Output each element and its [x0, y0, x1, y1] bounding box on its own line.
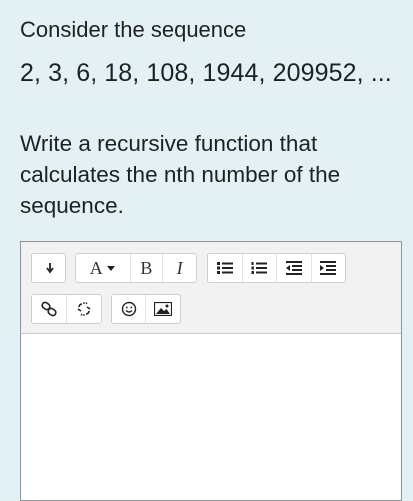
indent-button[interactable] [312, 254, 346, 282]
question-intro: Consider the sequence [20, 17, 247, 42]
question-sequence: 2, 3, 6, 18, 108, 1944, 209952, ... [20, 59, 392, 87]
unlink-button[interactable] [67, 295, 102, 323]
italic-button[interactable]: I [163, 254, 196, 282]
font-style-dropdown[interactable]: A [76, 254, 131, 282]
font-style-label: A [89, 257, 103, 278]
outdent-icon [285, 261, 302, 275]
image-icon [154, 302, 172, 316]
link-button[interactable] [32, 295, 67, 323]
chevron-down-icon [106, 266, 115, 271]
toolbar-group-lists [207, 253, 346, 283]
toolbar-toggle-button[interactable] [32, 254, 65, 282]
outdent-button[interactable] [277, 254, 312, 282]
indent-icon [320, 261, 337, 275]
unordered-list-icon [216, 262, 233, 274]
ordered-list-icon [251, 262, 268, 274]
link-icon [41, 301, 57, 317]
image-button[interactable] [146, 295, 180, 323]
editor-toolbar: A B I [21, 242, 401, 334]
editor-content-area[interactable] [21, 334, 401, 500]
toolbar-group-format: A B I [75, 253, 197, 283]
unlink-icon [77, 302, 91, 316]
ordered-list-button[interactable] [243, 254, 277, 282]
rich-text-editor: A B I [20, 241, 402, 501]
toolbar-group-toggle [31, 253, 66, 283]
toolbar-toggle-icon [45, 263, 54, 274]
emoji-icon [121, 301, 136, 317]
unordered-list-button[interactable] [208, 254, 243, 282]
bold-label: B [140, 257, 153, 278]
toolbar-group-links [31, 294, 102, 324]
toolbar-group-media [111, 294, 181, 324]
emoji-button[interactable] [112, 295, 146, 323]
bold-button[interactable]: B [131, 254, 164, 282]
italic-label: I [176, 257, 183, 278]
question-task: Write a recursive function that calculat… [20, 131, 341, 218]
